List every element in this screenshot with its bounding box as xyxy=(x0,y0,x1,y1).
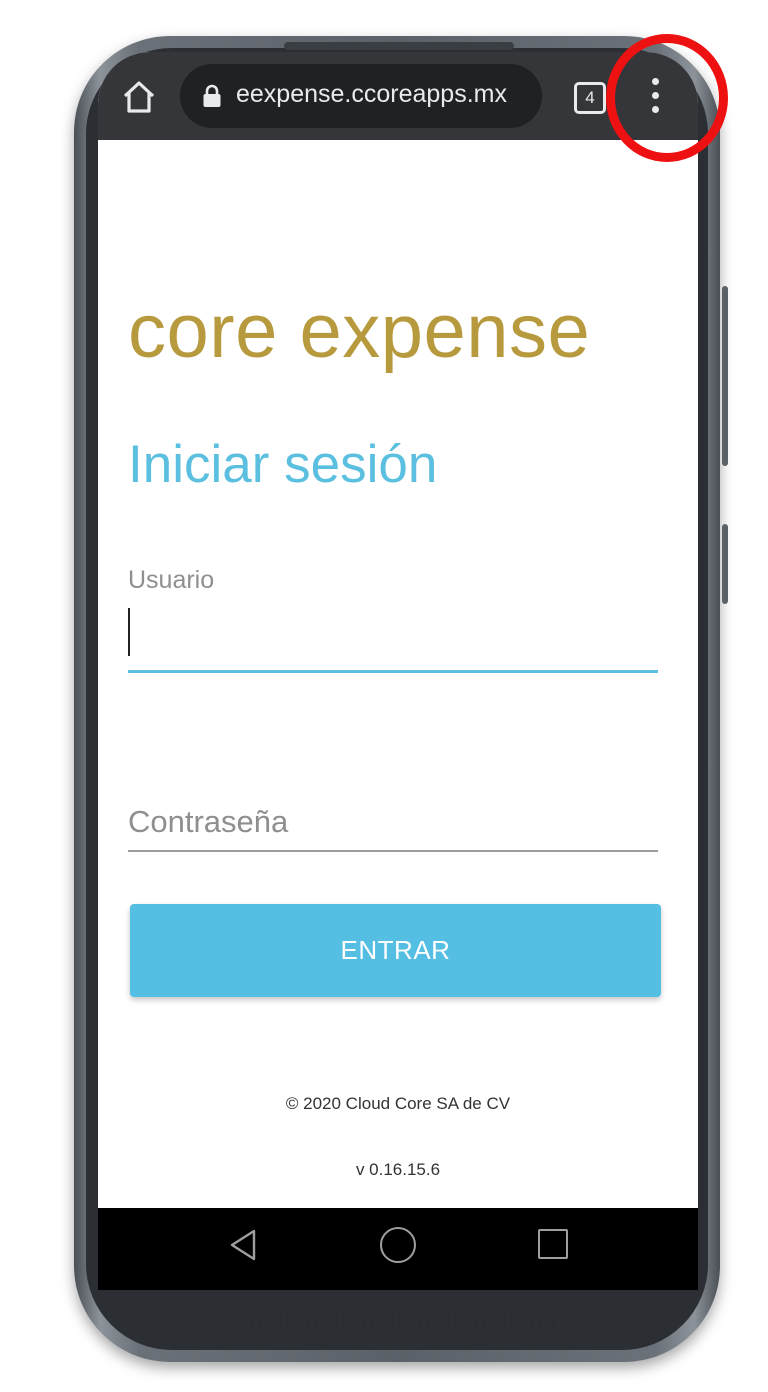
username-input[interactable] xyxy=(128,598,658,673)
earpiece-speaker xyxy=(284,42,514,50)
url-text: eexpense.ccoreapps.mx xyxy=(236,80,507,108)
back-triangle-icon[interactable] xyxy=(228,1228,258,1262)
android-nav-bar xyxy=(98,1208,698,1290)
home-circle-icon[interactable] xyxy=(380,1227,416,1263)
recents-square-icon[interactable] xyxy=(538,1229,568,1259)
lock-icon xyxy=(203,84,221,107)
tab-switcher-button[interactable]: 4 xyxy=(574,82,606,114)
password-input[interactable] xyxy=(128,794,658,852)
version-text: v 0.16.15.6 xyxy=(355,1160,441,1179)
home-icon xyxy=(123,81,155,113)
brand-logo: core expense xyxy=(128,289,591,374)
address-bar[interactable]: eexpense.ccoreapps.mx xyxy=(180,64,542,128)
phone-screen: eexpense.ccoreapps.mx 4 core expense Ini… xyxy=(98,52,698,1290)
highlight-circle-annotation xyxy=(606,34,728,162)
text-caret xyxy=(128,608,130,656)
page-title: Iniciar sesión xyxy=(128,435,438,494)
bottom-speaker-grille xyxy=(242,1304,556,1330)
copyright-text: © 2020 Cloud Core SA de CV xyxy=(285,1094,511,1113)
volume-button xyxy=(722,286,728,466)
power-button xyxy=(722,524,728,604)
login-button[interactable]: ENTRAR xyxy=(130,904,661,997)
username-label: Usuario xyxy=(128,566,215,594)
home-button[interactable] xyxy=(122,80,156,114)
